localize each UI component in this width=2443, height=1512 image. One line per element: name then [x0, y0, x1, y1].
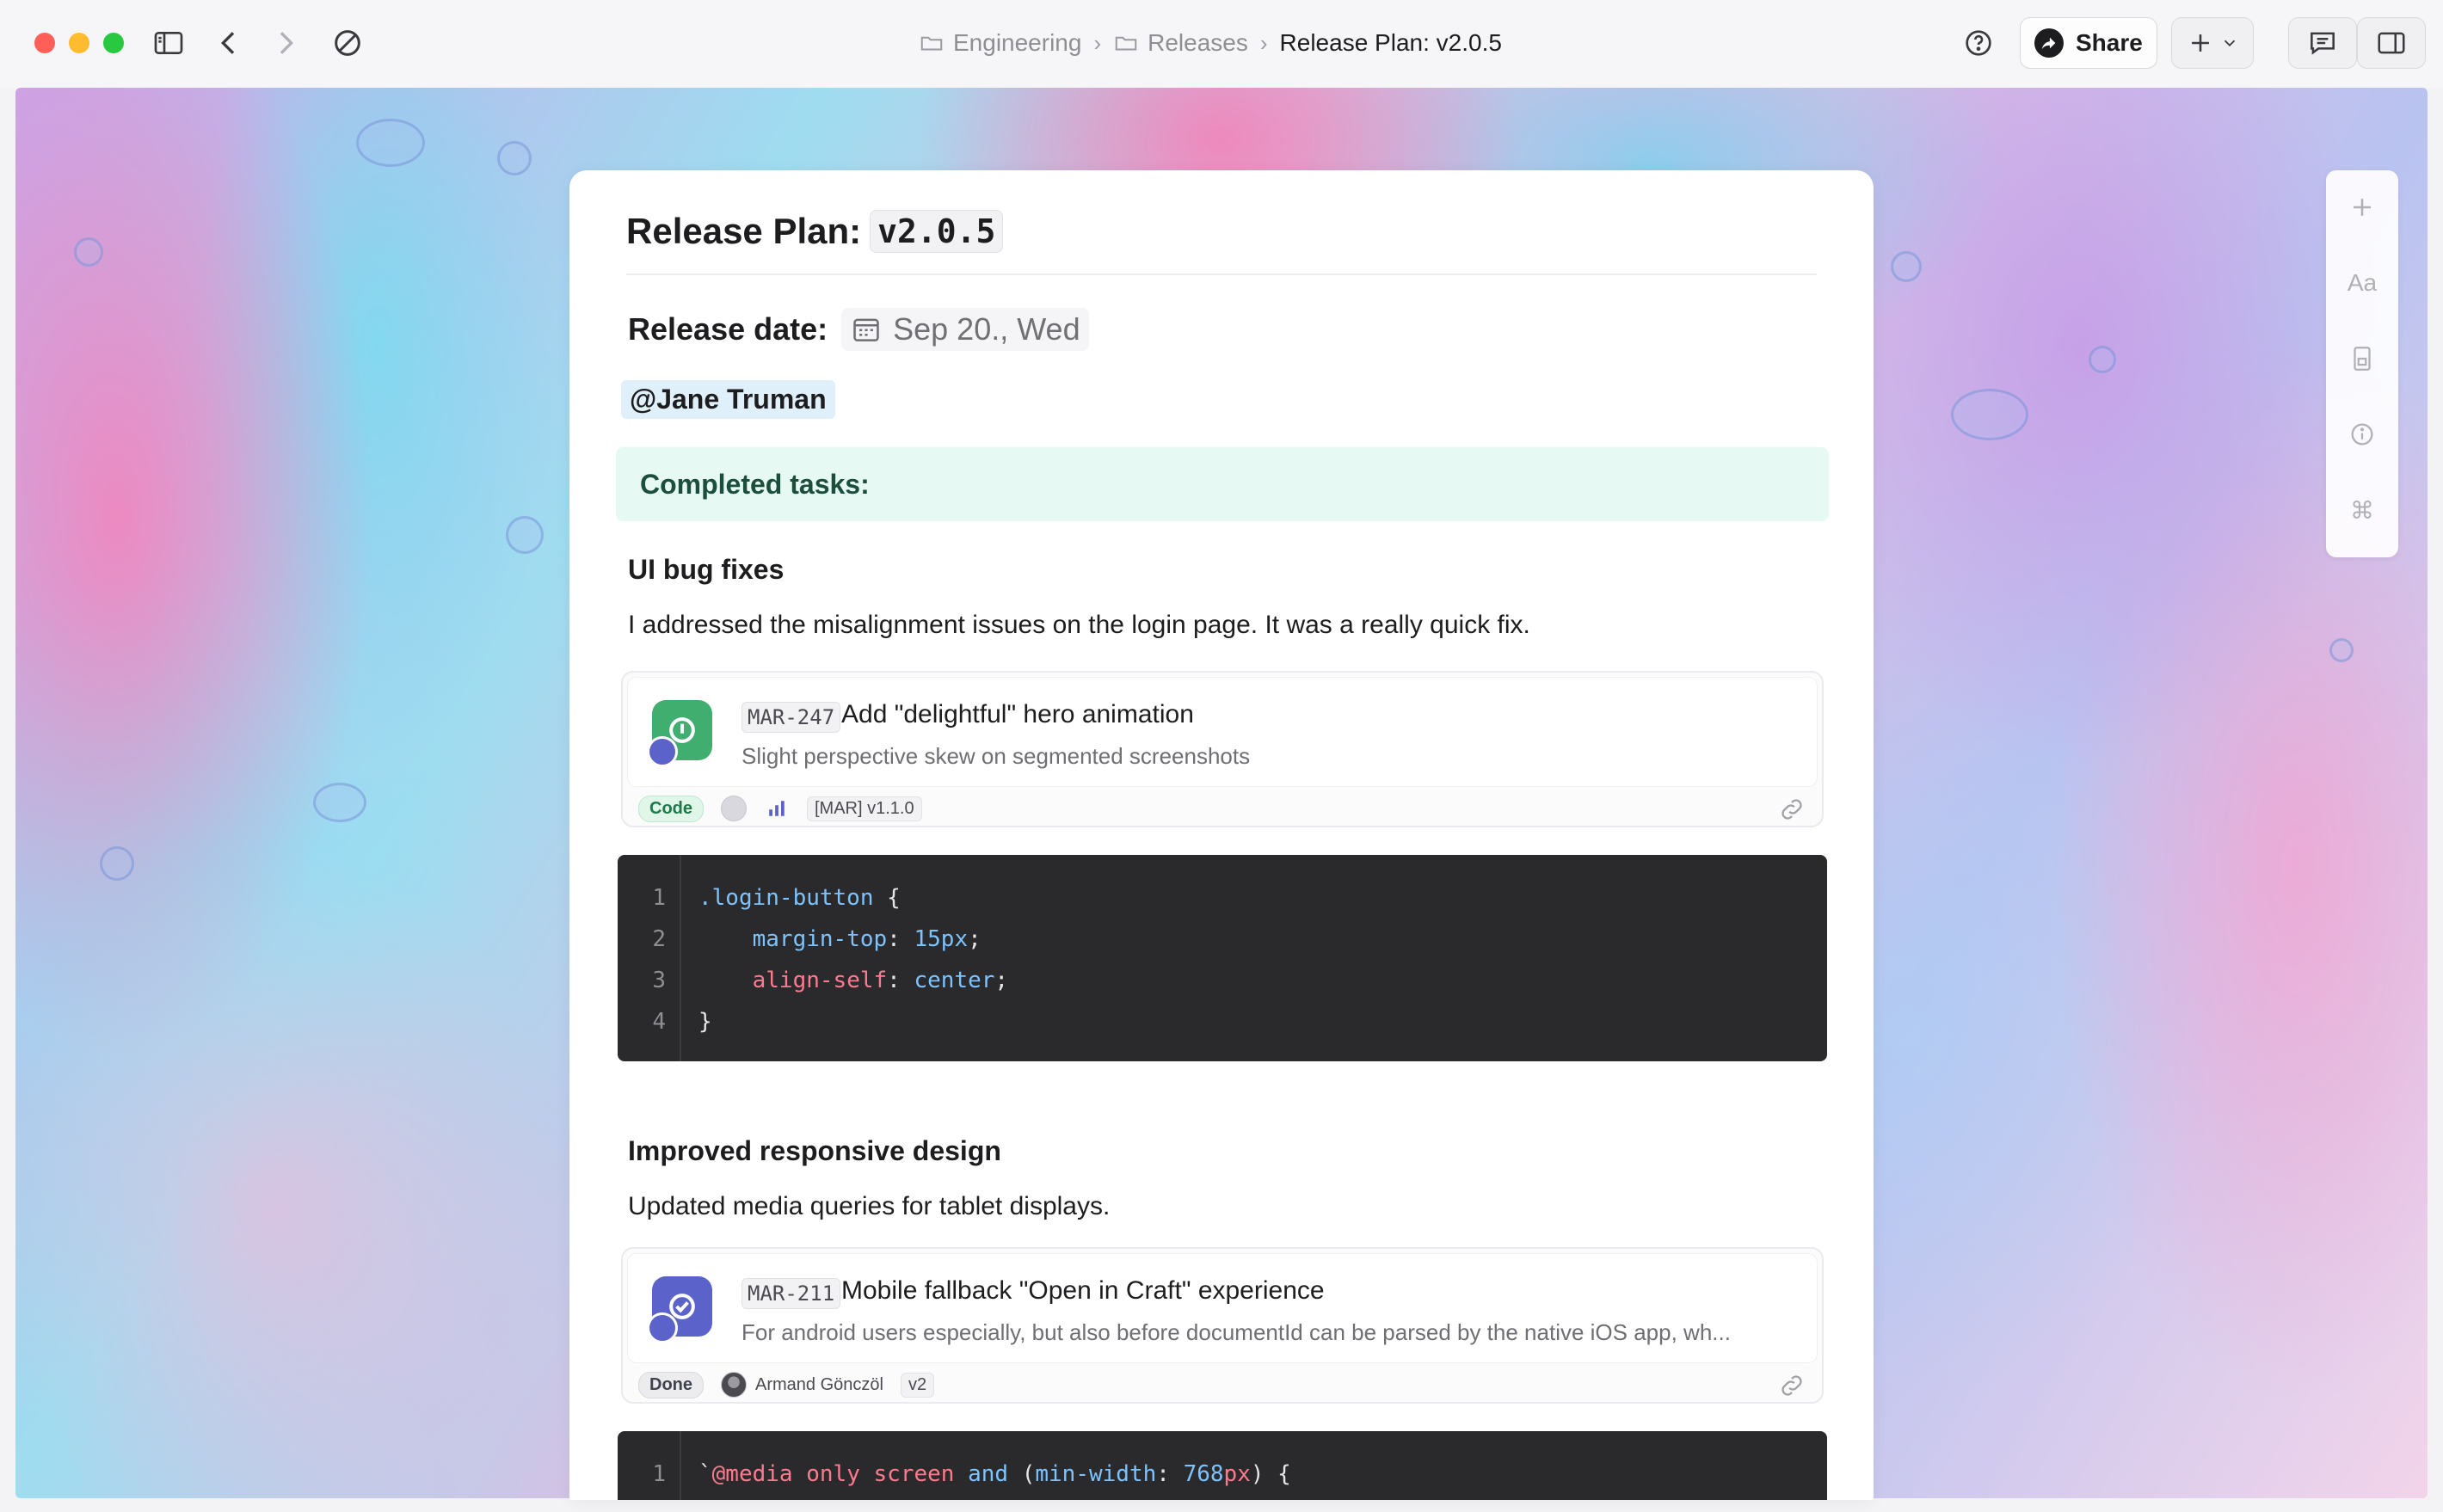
breadcrumb-current-page: Release Plan: v2.0.5 [1279, 29, 1502, 56]
priority-bars-icon [769, 801, 785, 816]
title-bar: Engineering › Releases › Release Plan: v… [0, 0, 2443, 88]
line-number: 4 [652, 1009, 666, 1035]
breadcrumb-separator: › [1093, 29, 1102, 56]
code-text: .login-button { [698, 885, 901, 911]
background-bubble [497, 141, 532, 175]
background-bubble [506, 516, 544, 554]
code-block[interactable]: 1 `@media only screen and (min-width: 768… [618, 1431, 1827, 1500]
task-title: Add "delightful" hero animation [841, 700, 1194, 728]
code-text: align-self: center; [752, 968, 1009, 993]
link-icon[interactable] [1777, 1371, 1806, 1400]
help-icon[interactable] [1958, 22, 1999, 64]
text-style-icon[interactable]: Aa [2341, 263, 2383, 303]
code-text: } [698, 1009, 712, 1035]
status-badge: Code [638, 795, 704, 822]
release-date-chip[interactable]: Sep 20., Wed [841, 308, 1089, 351]
zoom-window-button[interactable] [103, 33, 124, 53]
task-description: For android users especially, but also b… [742, 1319, 1731, 1345]
task-card-body: MAR-247 Add "delightful" hero animation … [628, 678, 1817, 786]
section-heading: UI bug fixes [628, 554, 785, 585]
background-bubble [1891, 251, 1922, 282]
back-arrow-icon[interactable] [208, 22, 249, 64]
link-icon[interactable] [1777, 795, 1806, 824]
page-title[interactable]: Release Plan: v2.0.5 [626, 210, 1004, 253]
line-number: 2 [652, 926, 666, 952]
background-bubble [1951, 389, 2028, 440]
project-tag: v2 [900, 1372, 935, 1398]
share-button[interactable]: Share [2020, 17, 2157, 69]
task-key: MAR-211 [742, 1278, 841, 1309]
code-line: 3 align-self: center; [618, 960, 1827, 1001]
title-divider [626, 274, 1817, 275]
comment-icon [2311, 32, 2335, 55]
code-text: margin-top: 15px; [752, 926, 982, 952]
command-icon[interactable]: ⌘ [2341, 490, 2383, 530]
sidebar-toggle-icon[interactable] [148, 22, 189, 64]
right-panel-toggle-button[interactable] [2357, 17, 2426, 69]
minimize-window-button[interactable] [69, 33, 89, 53]
integration-badge-icon [647, 1312, 678, 1343]
calendar-icon [853, 318, 879, 341]
background-bubble [2329, 638, 2354, 662]
comments-button[interactable] [2288, 17, 2357, 69]
breadcrumb-separator: › [1259, 29, 1268, 56]
breadcrumb: Engineering › Releases › Release Plan: v… [919, 26, 1502, 60]
code-block[interactable]: 1 .login-button {2 margin-top: 15px; 3 ali… [618, 855, 1827, 1061]
background-bubble [2089, 346, 2116, 373]
plus-icon [2192, 34, 2209, 52]
completed-tasks-callout: Completed tasks: [616, 447, 1829, 521]
compass-icon[interactable] [327, 22, 368, 64]
line-number: 1 [652, 1461, 666, 1487]
section-heading: Improved responsive design [628, 1135, 1001, 1166]
task-card[interactable]: MAR-247 Add "delightful" hero animation … [621, 671, 1824, 827]
task-description: Slight perspective skew on segmented scr… [742, 743, 1251, 769]
right-panel-icon [2378, 32, 2405, 54]
document-tools-panel: Aa ⌘ [2326, 170, 2398, 557]
breadcrumb-releases[interactable]: Releases [1113, 29, 1248, 57]
task-card-body: MAR-211 Mobile fallback "Open in Craft" … [628, 1254, 1817, 1362]
user-mention[interactable]: @Jane Truman [621, 380, 835, 419]
task-key: MAR-247 [742, 702, 841, 733]
document-page: Release Plan: v2.0.5 Release date: Sep 2… [569, 170, 1874, 1500]
code-text: `@media only screen and (min-width: 768p… [698, 1461, 1291, 1487]
section-text: Updated media queries for tablet display… [628, 1192, 1111, 1220]
add-new-button[interactable] [2171, 17, 2254, 69]
background-bubble [356, 119, 425, 167]
folder-icon [1115, 36, 1137, 51]
task-meta-row: Code [MAR] v1.1.0 [638, 795, 922, 822]
line-number: 3 [652, 968, 666, 993]
share-arrow-icon [2034, 28, 2064, 58]
insert-plus-icon[interactable] [2341, 187, 2383, 227]
forward-arrow-icon[interactable] [265, 22, 306, 64]
close-window-button[interactable] [34, 33, 55, 53]
breadcrumb-engineering[interactable]: Engineering [919, 29, 1081, 57]
status-badge: Done [638, 1371, 704, 1398]
line-number: 1 [652, 885, 666, 911]
unassigned-avatar-icon [721, 796, 747, 821]
integration-badge-icon [647, 736, 678, 767]
code-line: 1 `@media only screen and (min-width: 768… [618, 1454, 1827, 1495]
avatar [721, 1372, 747, 1398]
project-tag: [MAR] v1.1.0 [807, 796, 922, 821]
title-version-code: v2.0.5 [870, 210, 1004, 253]
chevron-down-icon [2224, 40, 2236, 47]
section-text: I addressed the misalignment issues on t… [628, 611, 1530, 639]
background-bubble [100, 846, 134, 881]
background-bubble [313, 783, 366, 822]
task-card[interactable]: MAR-211 Mobile fallback "Open in Craft" … [621, 1247, 1824, 1404]
background-bubble [74, 237, 103, 267]
task-meta-row: Done Armand Gönczöl v2 [638, 1371, 935, 1398]
code-line: 4} [618, 1001, 1827, 1042]
info-icon[interactable] [2341, 415, 2383, 454]
assignee: Armand Gönczöl [721, 1372, 883, 1398]
code-line: 1 .login-button { [618, 877, 1827, 919]
task-title: Mobile fallback "Open in Craft" experien… [841, 1276, 1325, 1305]
page-style-icon[interactable] [2341, 339, 2383, 378]
code-line: 2 margin-top: 15px; [618, 919, 1827, 960]
release-date-row: Release date: Sep 20., Wed [628, 308, 1089, 351]
folder-icon [920, 36, 943, 51]
